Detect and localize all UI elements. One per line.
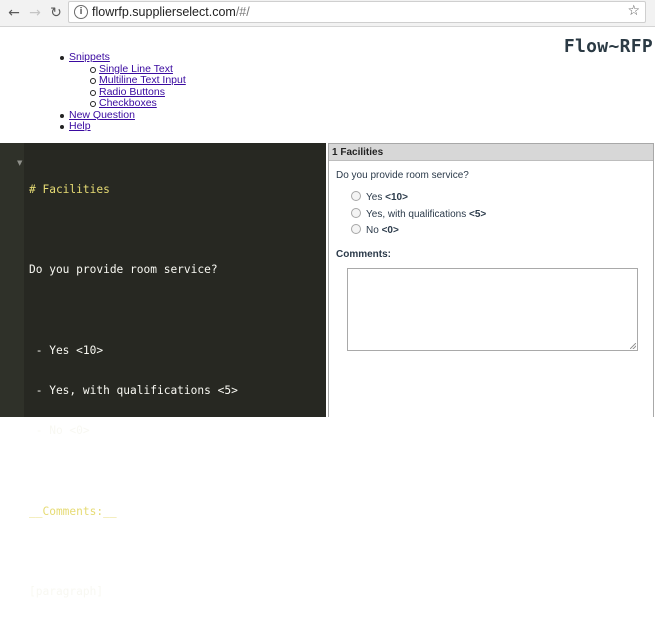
help-link[interactable]: Help: [69, 120, 91, 132]
option-yes-with-qualifications[interactable]: Yes, with qualifications <5>: [351, 208, 486, 221]
form-preview: 1 Facilities Do you provide room service…: [328, 143, 654, 417]
fold-arrow-icon[interactable]: ▼: [17, 159, 22, 167]
editor-line: # Facilities: [29, 182, 110, 196]
editor-content[interactable]: # Facilities ​ Do you provide room servi…: [29, 156, 238, 625]
back-icon[interactable]: ←: [4, 3, 24, 23]
snippets-link[interactable]: Snippets: [69, 51, 110, 63]
info-icon[interactable]: i: [74, 5, 88, 19]
option-score: <5>: [469, 209, 487, 220]
browser-toolbar: ← → ↻ i flowrfp.supplierselect.com/#/ ☆: [0, 0, 655, 27]
comments-textarea[interactable]: [347, 268, 638, 351]
editor-line: __Comments:__: [29, 504, 117, 518]
reload-icon[interactable]: ↻: [46, 3, 66, 23]
option-label: No: [366, 225, 379, 236]
option-label: Yes, with qualifications: [366, 209, 467, 220]
editor-line: [paragraph]: [29, 585, 104, 598]
editor-line: ​: [29, 545, 238, 558]
editor-line: ​: [29, 464, 238, 477]
option-yes[interactable]: Yes <10>: [351, 191, 408, 204]
section-title: 1 Facilities: [329, 144, 653, 161]
editor-line: ​: [29, 303, 238, 316]
main-menu: Snippets Single Line Text Multiline Text…: [57, 51, 186, 133]
radio-button[interactable]: [351, 208, 361, 218]
new-question-link[interactable]: New Question: [69, 109, 135, 121]
editor-line: ​: [29, 223, 238, 236]
markdown-editor[interactable]: ▼ # Facilities ​ Do you provide room ser…: [0, 143, 326, 598]
snippet-checkboxes-link[interactable]: Checkboxes: [99, 97, 157, 109]
radio-button[interactable]: [351, 191, 361, 201]
menu-item-help: Help: [57, 120, 186, 133]
question-text: Do you provide room service?: [336, 170, 469, 181]
option-label: Yes: [366, 192, 383, 203]
app-logo: Flow~RFP: [563, 36, 653, 57]
editor-line: - Yes <10>: [29, 343, 104, 357]
menu-item-snippets: Snippets Single Line Text Multiline Text…: [57, 51, 186, 110]
editor-line: - Yes, with qualifications <5>: [29, 383, 238, 397]
option-score: <0>: [381, 225, 399, 236]
snippet-multiline-link[interactable]: Multiline Text Input: [99, 74, 186, 86]
bookmark-star-icon[interactable]: ☆: [627, 3, 640, 19]
option-score: <10>: [385, 192, 408, 203]
editor-line: - No <0>: [29, 424, 90, 438]
snippet-single-line-link[interactable]: Single Line Text: [99, 63, 173, 75]
forward-icon[interactable]: →: [25, 3, 45, 23]
comments-label: Comments:: [336, 249, 392, 260]
snippet-radio-link[interactable]: Radio Buttons: [99, 86, 165, 98]
resize-handle-icon[interactable]: [630, 343, 636, 349]
url-text[interactable]: flowrfp.supplierselect.com/#/: [92, 5, 250, 19]
option-no[interactable]: No <0>: [351, 224, 399, 237]
editor-line: Do you provide room service?: [29, 263, 218, 277]
address-bar[interactable]: i flowrfp.supplierselect.com/#/ ☆: [68, 1, 646, 23]
editor-gutter: ▼: [0, 143, 24, 417]
radio-button[interactable]: [351, 224, 361, 234]
